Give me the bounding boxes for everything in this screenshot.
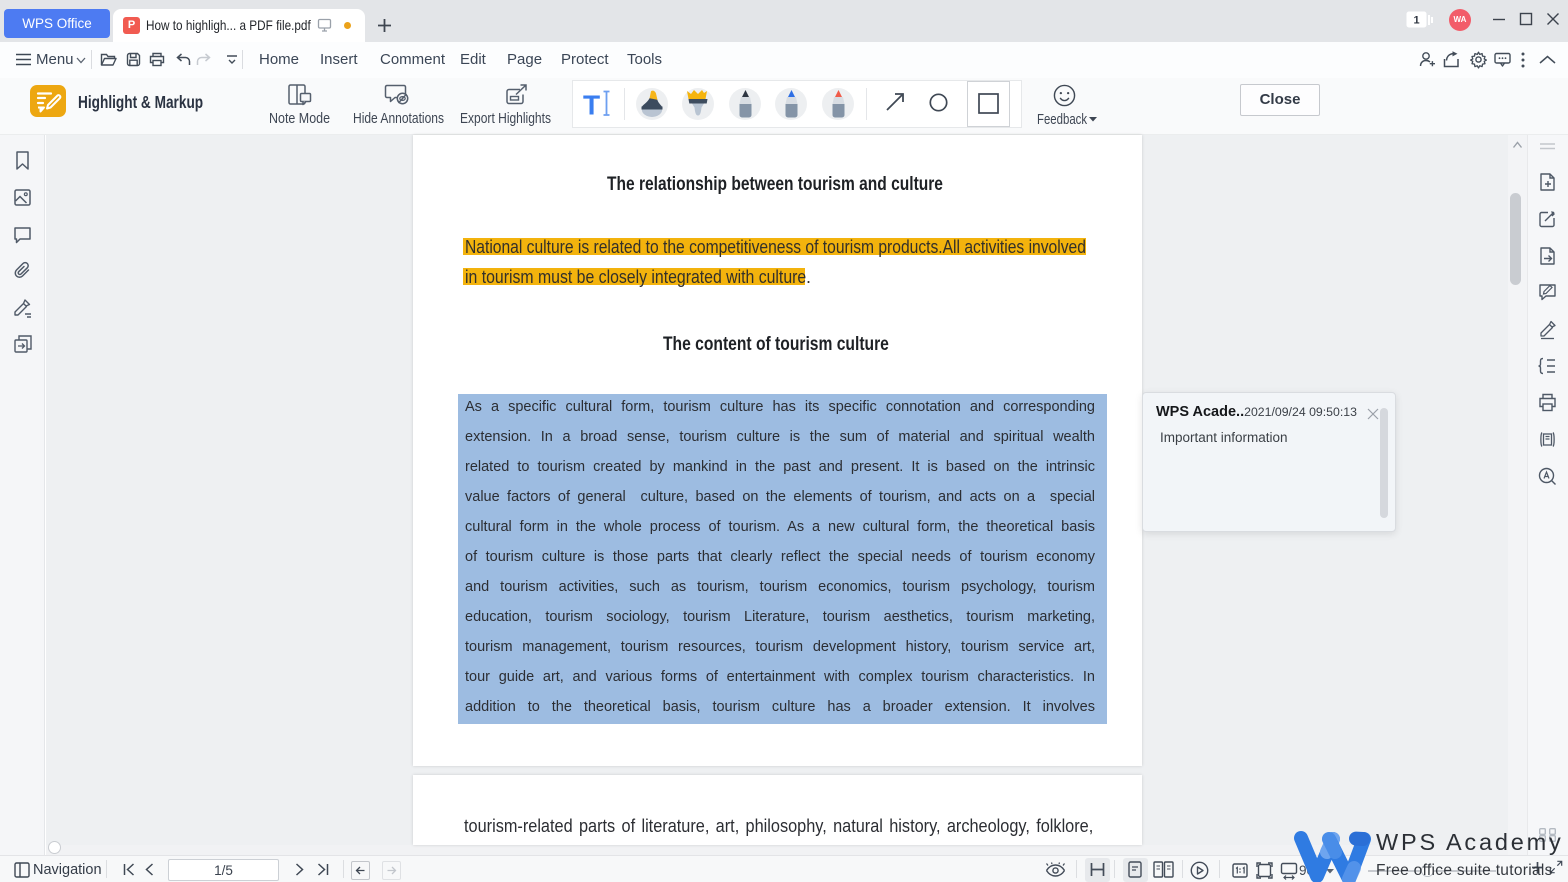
svg-text:1: 1 (1413, 15, 1419, 27)
svg-text:T: T (583, 90, 600, 121)
